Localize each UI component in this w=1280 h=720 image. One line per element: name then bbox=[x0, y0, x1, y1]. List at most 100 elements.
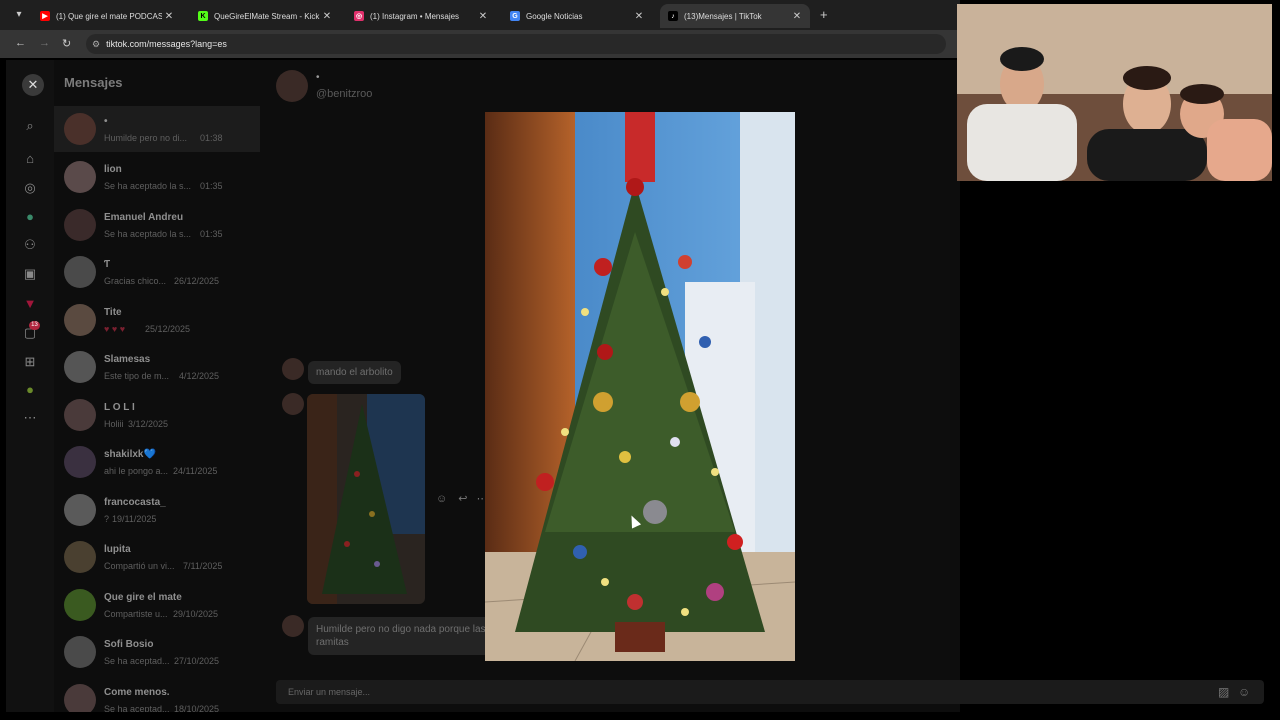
conversation-name: Sofi Bosio bbox=[104, 639, 154, 650]
conversation-list: • Humilde pero no di... 01:38 lion Se ha… bbox=[54, 106, 260, 712]
tab-search-chevron-icon[interactable]: ▾ bbox=[10, 7, 28, 23]
conversation-preview: Compartió un vi... bbox=[104, 561, 175, 571]
conversation-preview: Humilde pero no di... bbox=[104, 133, 188, 143]
message-actions: ☺ ↩ ⋯ bbox=[436, 492, 488, 505]
upload-plus-icon[interactable]: ⊞ bbox=[22, 354, 38, 370]
live-tv-icon[interactable]: ▣ bbox=[22, 266, 38, 282]
avatar bbox=[64, 589, 96, 621]
conversation-time: 01:35 bbox=[200, 181, 223, 191]
close-messages-icon[interactable]: ✕ bbox=[22, 74, 44, 96]
messages-heading: Mensajes bbox=[64, 75, 123, 90]
close-tab-icon[interactable]: ✕ bbox=[632, 11, 646, 22]
composer-placeholder: Enviar un mensaje... bbox=[288, 687, 371, 697]
tiktok-left-nav: ⌕ ⌂ ◎ ● ⚇ ▣ ▼ ▢ ⊞ ● ⋯ bbox=[6, 60, 54, 712]
reload-icon[interactable]: ↻ bbox=[62, 37, 71, 50]
browser-tab-instagram[interactable]: ◎ (1) Instagram • Mensajes ✕ bbox=[346, 4, 496, 28]
emoji-icon[interactable]: ☺ bbox=[1238, 685, 1250, 699]
conversation-name: Que gire el mate bbox=[104, 592, 182, 603]
browser-tab-kick[interactable]: K QueGireElMate Stream - Kick D ✕ bbox=[190, 4, 340, 28]
conversation-item[interactable]: Emanuel Andreu Se ha aceptado la s... 01… bbox=[54, 202, 260, 248]
chat-avatar[interactable] bbox=[276, 70, 308, 102]
address-bar[interactable]: ⚙ tiktok.com/messages?lang=es bbox=[86, 34, 946, 54]
friends-icon[interactable]: ⚇ bbox=[22, 237, 38, 253]
home-icon[interactable]: ⌂ bbox=[22, 151, 38, 167]
conversation-time: 19/11/2025 bbox=[112, 514, 157, 524]
conversation-item[interactable]: lion Se ha aceptado la s... 01:35 bbox=[54, 154, 260, 200]
browser-tab-tiktok[interactable]: ♪ (13)Mensajes | TikTok ✕ bbox=[660, 4, 810, 28]
message-composer[interactable]: Enviar un mensaje... ▨ ☺ bbox=[276, 680, 1264, 704]
image-upload-icon[interactable]: ▨ bbox=[1218, 685, 1229, 699]
conversation-item[interactable]: L O L I Holiii 3/12/2025 bbox=[54, 392, 260, 438]
explore-compass-icon[interactable]: ◎ bbox=[22, 180, 38, 196]
back-arrow-icon[interactable]: ← bbox=[15, 37, 26, 49]
tab-title: Google Noticias bbox=[526, 11, 583, 21]
browser-tab-bar: ▾ ▶ (1) Que gire el mate PODCAST ✕ K Que… bbox=[0, 0, 960, 30]
conversation-item[interactable]: Que gire el mate Compartiste u... 29/10/… bbox=[54, 582, 260, 628]
close-tab-icon[interactable]: ✕ bbox=[790, 11, 804, 22]
url-text: tiktok.com/messages?lang=es bbox=[106, 39, 227, 49]
page-edge bbox=[1273, 0, 1280, 720]
conversation-item[interactable]: Ƭ Gracias chico... 26/12/2025 bbox=[54, 249, 260, 295]
tiktok-favicon-icon: ♪ bbox=[668, 11, 678, 21]
reply-arrow-icon[interactable]: ↩ bbox=[458, 493, 467, 505]
conversation-name: lupita bbox=[104, 544, 131, 555]
forward-arrow-icon[interactable]: → bbox=[39, 37, 50, 49]
conversation-item[interactable]: Slamesas Este tipo de m... 4/12/2025 bbox=[54, 344, 260, 390]
browser-tab-youtube[interactable]: ▶ (1) Que gire el mate PODCAST ✕ bbox=[32, 4, 182, 28]
close-tab-icon[interactable]: ✕ bbox=[320, 11, 334, 22]
avatar bbox=[64, 494, 96, 526]
image-viewer-christmas-tree[interactable] bbox=[485, 112, 795, 661]
message-bubble: mando el arbolito bbox=[308, 361, 401, 384]
tab-title: (1) Que gire el mate PODCAST bbox=[56, 11, 162, 21]
message-avatar bbox=[282, 358, 304, 380]
profile-avatar-icon[interactable]: ● bbox=[22, 382, 38, 398]
google-news-favicon-icon: G bbox=[510, 11, 520, 21]
conversation-time: 29/10/2025 bbox=[173, 609, 219, 619]
conversation-time: 01:35 bbox=[200, 229, 223, 239]
chat-contact-handle[interactable]: @benitzroo bbox=[316, 88, 372, 100]
close-tab-icon[interactable]: ✕ bbox=[476, 11, 490, 22]
avatar bbox=[64, 304, 96, 336]
following-avatar-icon[interactable]: ● bbox=[22, 209, 38, 225]
conversation-item[interactable]: lupita Compartió un vi... 7/11/2025 bbox=[54, 534, 260, 580]
tab-title: QueGireElMate Stream - Kick D bbox=[214, 11, 320, 21]
conversation-time: 4/12/2025 bbox=[179, 371, 220, 381]
react-emoji-icon[interactable]: ☺ bbox=[436, 493, 447, 505]
conversation-item[interactable]: • Humilde pero no di... 01:38 bbox=[54, 106, 260, 152]
conversation-name: Slamesas bbox=[104, 354, 151, 365]
chat-contact-name: • bbox=[316, 72, 320, 83]
conversation-item[interactable]: Tite ♥ ♥ ♥ 25/12/2025 bbox=[54, 297, 260, 343]
avatar bbox=[64, 399, 96, 431]
conversation-time: 26/12/2025 bbox=[174, 276, 220, 286]
conversation-preview: Se ha aceptado la s... bbox=[104, 229, 192, 239]
more-dots-icon[interactable]: ⋯ bbox=[22, 410, 38, 426]
tiktok-shop-icon[interactable]: ▼ bbox=[22, 296, 38, 312]
conversation-time: 3/12/2025 bbox=[128, 419, 169, 429]
site-info-icon[interactable]: ⚙ bbox=[92, 39, 100, 50]
conversation-name: francocasta_ bbox=[104, 497, 166, 508]
message-avatar bbox=[282, 393, 304, 415]
avatar bbox=[64, 113, 96, 145]
tab-title: (1) Instagram • Mensajes bbox=[370, 11, 460, 21]
message-image-thumbnail[interactable] bbox=[307, 394, 425, 604]
conversation-item[interactable]: shakilxk💙 ahi le pongo a... 24/11/2025 bbox=[54, 439, 260, 485]
conversation-time: 7/11/2025 bbox=[183, 561, 223, 571]
conversation-time: 25/12/2025 bbox=[145, 324, 191, 334]
youtube-favicon-icon: ▶ bbox=[40, 11, 50, 21]
new-tab-plus-icon[interactable]: + bbox=[820, 7, 828, 22]
conversation-preview: ? bbox=[104, 514, 110, 524]
conversation-name: lion bbox=[104, 164, 122, 175]
browser-tab-google-news[interactable]: G Google Noticias ✕ bbox=[502, 4, 652, 28]
conversation-time: 27/10/2025 bbox=[174, 656, 220, 666]
conversation-item[interactable]: Sofi Bosio Se ha aceptad... 27/10/2025 bbox=[54, 629, 260, 675]
conversation-preview: Se ha aceptad... bbox=[104, 656, 170, 666]
conversation-name: Tite bbox=[104, 307, 122, 318]
conversation-item[interactable]: Come menos. Se ha aceptad... 18/10/2025 bbox=[54, 677, 260, 712]
conversation-time: 24/11/2025 bbox=[173, 466, 218, 476]
address-toolbar: ← → ↻ ⚙ tiktok.com/messages?lang=es bbox=[0, 30, 960, 58]
conversation-item[interactable]: francocasta_ ? 19/11/2025 bbox=[54, 487, 260, 533]
webcam-overlay bbox=[957, 4, 1272, 181]
close-tab-icon[interactable]: ✕ bbox=[162, 11, 176, 22]
avatar bbox=[64, 209, 96, 241]
search-icon[interactable]: ⌕ bbox=[22, 118, 38, 134]
